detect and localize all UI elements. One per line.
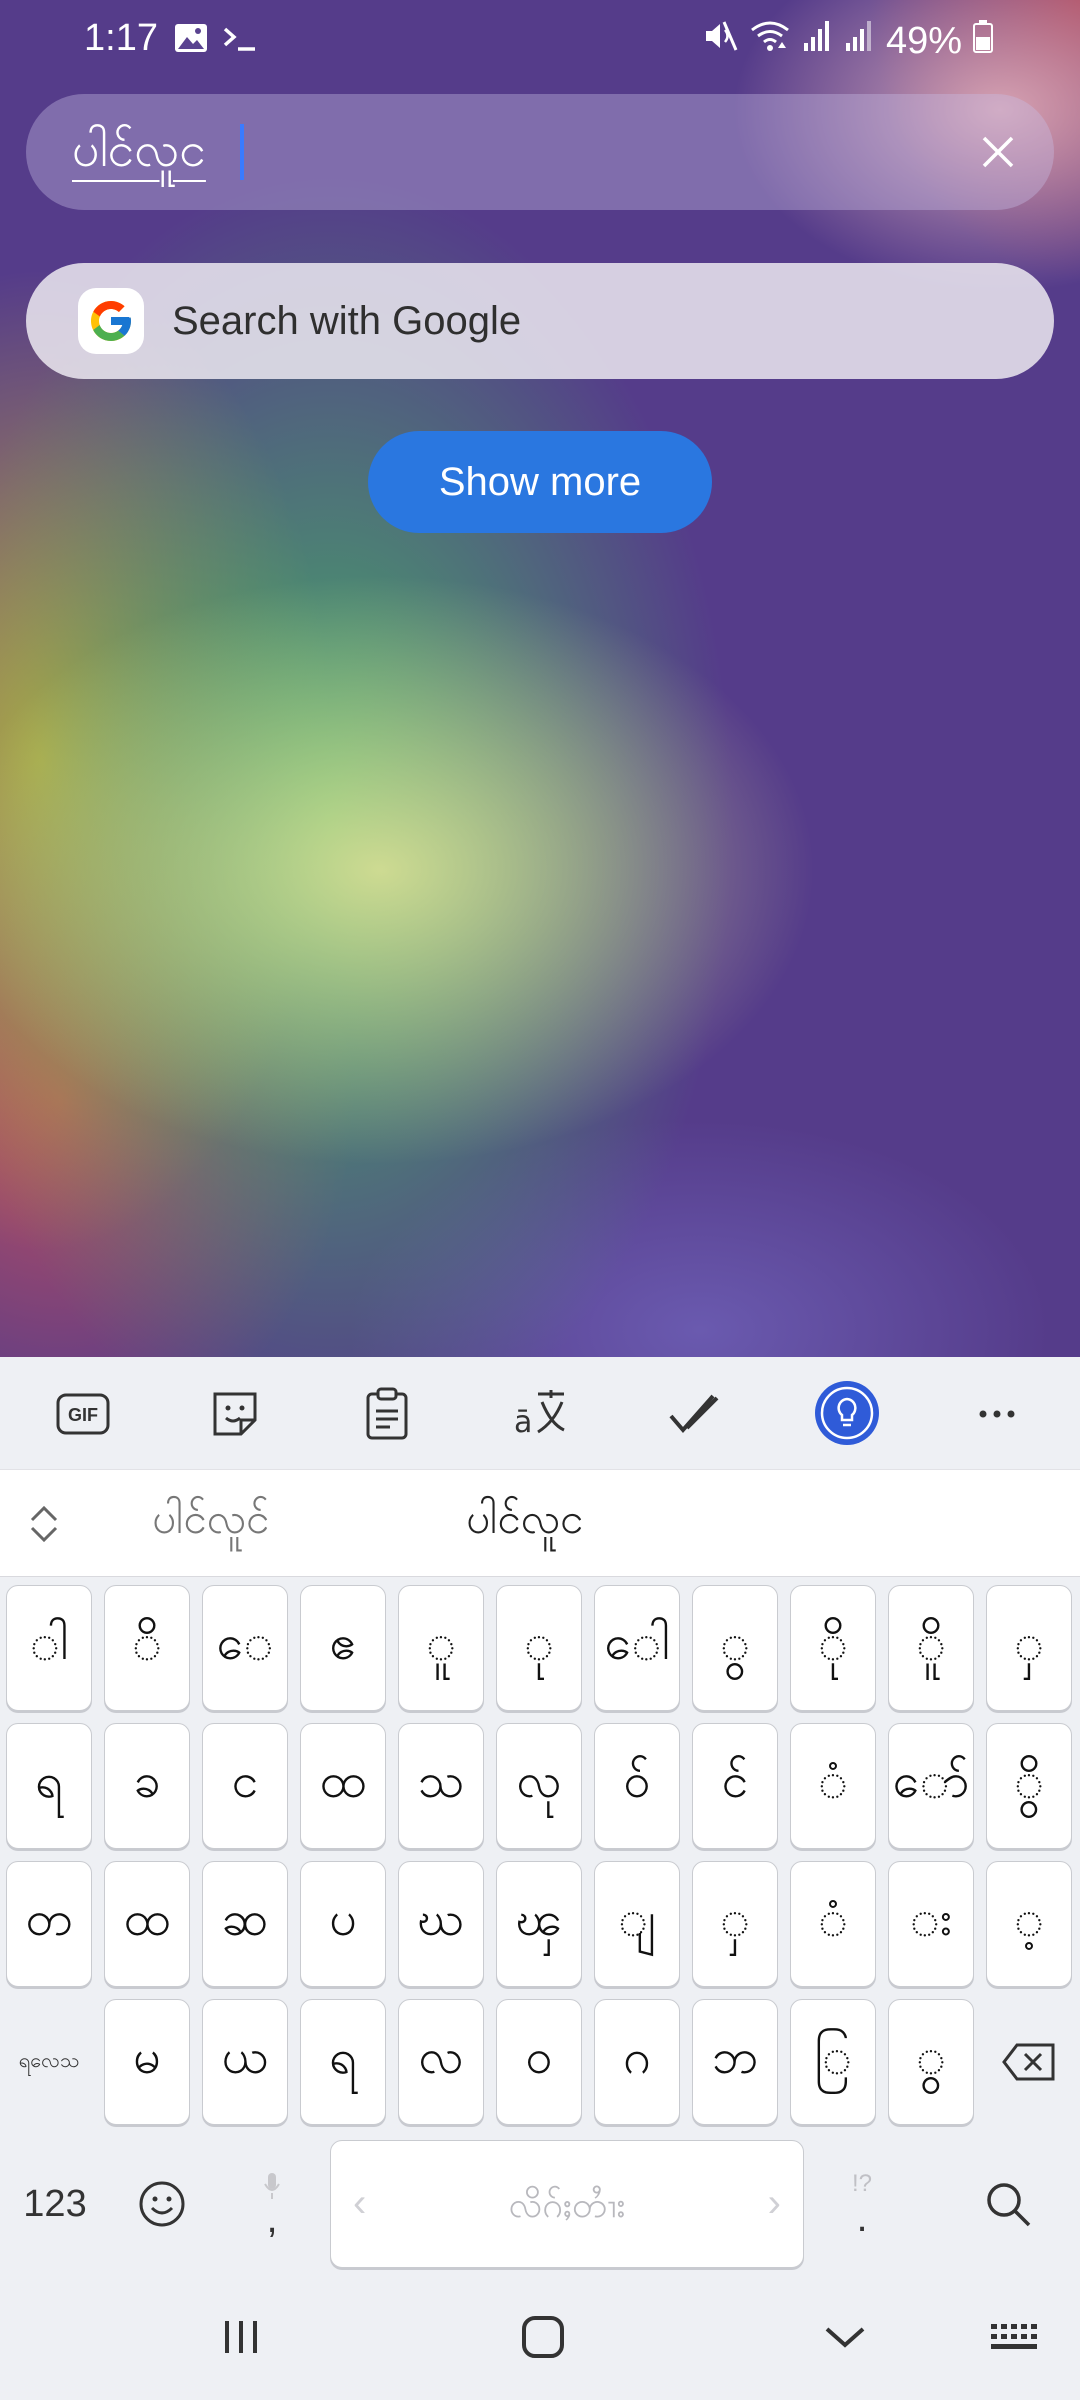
suggestion-item[interactable]: ပါင်လူင [466, 1492, 583, 1554]
status-bar: 1:17 49% [0, 0, 1080, 80]
numbers-key[interactable]: 123 [6, 2140, 104, 2268]
text-cursor [240, 124, 244, 180]
gif-label: GIF [68, 1405, 98, 1425]
keyboard-key[interactable]: ဝ [496, 1999, 582, 2125]
keyboard-key[interactable]: ဧ [300, 1585, 386, 1711]
status-icons-right: 49% [702, 18, 994, 64]
battery-icon [972, 19, 994, 63]
sticker-icon[interactable] [206, 1385, 264, 1443]
hide-keyboard-icon[interactable] [820, 2312, 870, 2362]
comma-label: , [266, 2197, 278, 2241]
gif-icon[interactable]: GIF [54, 1385, 112, 1443]
navigation-bar [0, 2272, 1080, 2400]
keyboard-key[interactable]: ဃ [398, 1861, 484, 1987]
keyboard-key[interactable]: ါ [6, 1585, 92, 1711]
keyboard-key[interactable]: ံ [790, 1861, 876, 1987]
svg-text:ā: ā [514, 1405, 532, 1440]
keyboard-key[interactable]: ိူ [888, 1585, 974, 1711]
keyboard-key[interactable]: း [888, 1861, 974, 1987]
keyboard-key[interactable]: ှ [986, 1585, 1072, 1711]
signal-icon [802, 19, 834, 63]
keyboard-key[interactable]: ဘ [692, 1999, 778, 2125]
spellcheck-icon[interactable] [664, 1385, 722, 1443]
keyboard-key[interactable]: ယ [202, 1999, 288, 2125]
keyboard-key[interactable]: င [202, 1723, 288, 1849]
keyboard-key[interactable]: ဆ [202, 1861, 288, 1987]
keyboard-key[interactable]: ို [790, 1585, 876, 1711]
more-icon[interactable] [968, 1385, 1026, 1443]
search-input[interactable]: ပါင်လူင [72, 120, 206, 190]
keyboard: GIF ā ပါင်လူင် ပါင်လူင ါ ိ ေ ဧ ူ ု ေါ ွ [0, 1357, 1080, 2400]
keyboard-key[interactable]: ော် [888, 1723, 974, 1849]
translate-icon[interactable]: ā [512, 1385, 570, 1443]
keyboard-switch-icon[interactable] [986, 2312, 1046, 2362]
keyboard-key[interactable]: ဝ် [594, 1723, 680, 1849]
show-more-button[interactable]: Show more [368, 431, 712, 533]
keyboard-key[interactable]: ု [496, 1585, 582, 1711]
language-key[interactable]: ရလေသ [6, 1999, 92, 2125]
keyboard-key[interactable]: ခ [104, 1723, 190, 1849]
google-logo-icon [78, 288, 144, 354]
keyboard-key[interactable]: င် [692, 1723, 778, 1849]
keyboard-key[interactable]: ဂ [594, 1999, 680, 2125]
signal-icon-2 [844, 19, 876, 63]
search-icon[interactable] [958, 2140, 1058, 2268]
search-with-google-button[interactable]: Search with Google [26, 263, 1054, 379]
keyboard-key[interactable]: သ [398, 1723, 484, 1849]
bulb-icon[interactable] [815, 1381, 879, 1445]
keyboard-key[interactable]: ၾ [496, 1861, 582, 1987]
space-key[interactable]: ‹ လိဂ်ႈတၢႆး › [330, 2140, 804, 2268]
keyboard-key[interactable]: ွ [888, 1999, 974, 2125]
status-icons-left [174, 20, 258, 63]
keyboard-key[interactable]: ထ [104, 1861, 190, 1987]
recent-apps-icon[interactable] [216, 2312, 266, 2362]
keyboard-key[interactable]: ထ [300, 1723, 386, 1849]
keyboard-key[interactable]: ပ [300, 1861, 386, 1987]
keyboard-key[interactable]: ေ [202, 1585, 288, 1711]
keyboard-key[interactable]: မ [104, 1999, 190, 2125]
mute-icon [702, 18, 738, 64]
gallery-icon [174, 20, 208, 63]
keyboard-key[interactable]: ွ [692, 1585, 778, 1711]
terminal-icon [222, 20, 258, 63]
space-label: လိဂ်ႈတၢႆး [508, 2185, 626, 2226]
keyboard-key[interactable]: ေါ [594, 1585, 680, 1711]
emoji-icon[interactable] [120, 2140, 204, 2268]
keyboard-key[interactable]: လု [496, 1723, 582, 1849]
search-bar[interactable]: ပါင်လူင [26, 94, 1054, 210]
keyboard-key[interactable]: ူ [398, 1585, 484, 1711]
keyboard-key[interactable]: ိ [104, 1585, 190, 1711]
period-label: . [856, 2196, 868, 2240]
keyboard-key[interactable]: ့ [986, 1861, 1072, 1987]
period-key[interactable]: !? . [820, 2140, 904, 2268]
keyboard-key[interactable]: ှ [692, 1861, 778, 1987]
keyboard-key[interactable]: တ [6, 1861, 92, 1987]
wifi-icon [748, 18, 792, 64]
suggestion-item[interactable]: ပါင်လူင် [152, 1492, 269, 1554]
collapse-icon[interactable] [26, 1502, 62, 1546]
comma-key[interactable]: , [230, 2140, 314, 2268]
keyboard-key[interactable]: ရ [6, 1723, 92, 1849]
home-icon[interactable] [518, 2312, 568, 2362]
space-right-arrow: › [767, 2181, 781, 2225]
battery-percent: 49% [885, 19, 962, 62]
suggestion-row: ပါင်လူင် ပါင်လူင [0, 1469, 1080, 1577]
clipboard-icon[interactable] [358, 1385, 416, 1443]
keyboard-toolbar: GIF ā [0, 1357, 1080, 1469]
keyboard-key[interactable]: ံ [790, 1723, 876, 1849]
keyboard-key[interactable]: ျ [594, 1861, 680, 1987]
search-with-google-label: Search with Google [172, 299, 522, 343]
keyboard-key[interactable]: လ [398, 1999, 484, 2125]
keyboard-key[interactable]: ရ [300, 1999, 386, 2125]
close-icon[interactable] [976, 130, 1020, 174]
status-time: 1:17 [84, 17, 158, 59]
keyboard-key[interactable]: ြ [790, 1999, 876, 2125]
keyboard-key[interactable]: ွိ [986, 1723, 1072, 1849]
backspace-icon[interactable] [986, 1999, 1072, 2125]
punctuation-hint: !? [851, 2170, 872, 2197]
